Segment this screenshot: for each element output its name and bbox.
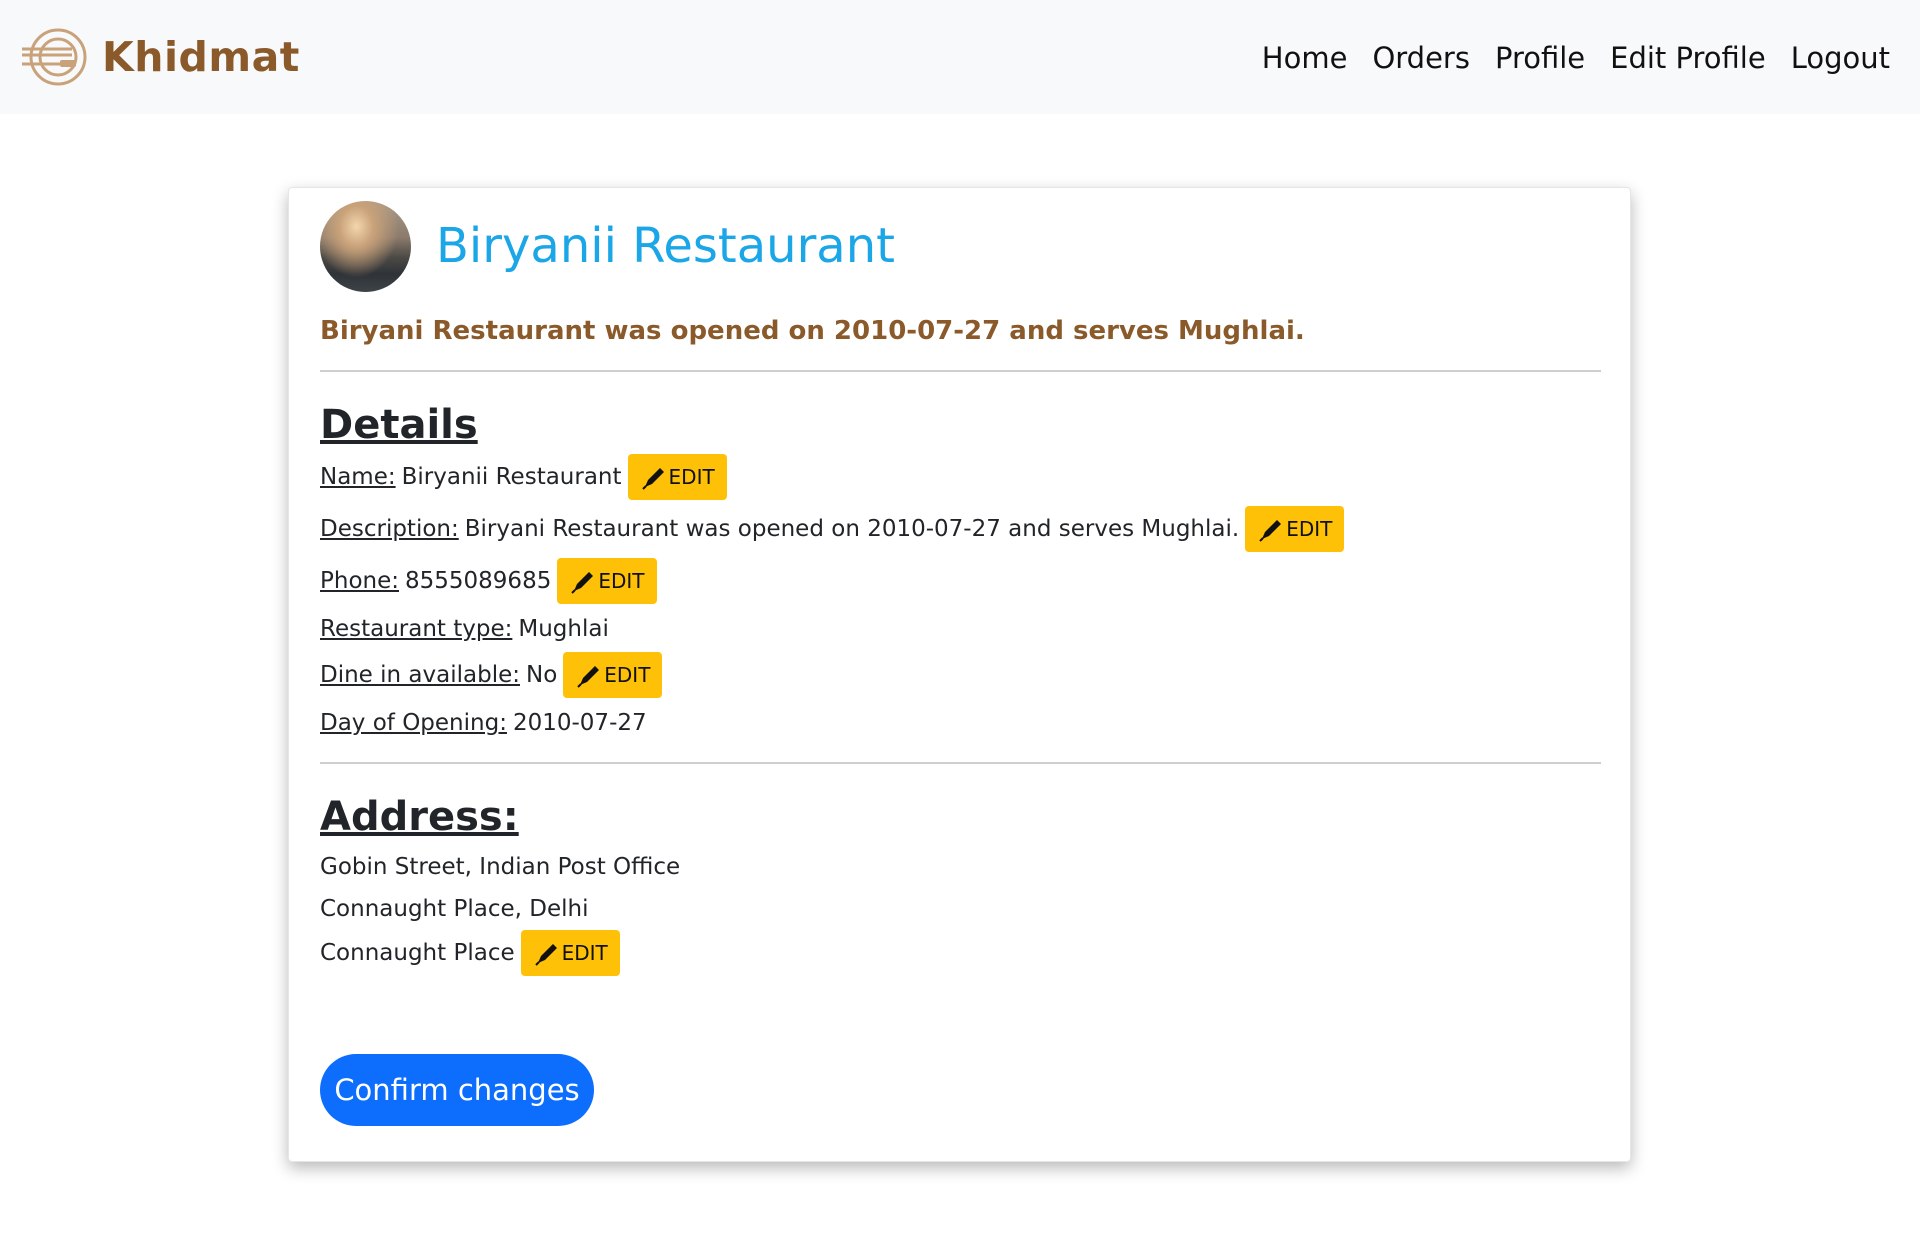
edit-name-button[interactable]: EDIT	[627, 454, 727, 500]
name-label: Name:	[320, 464, 396, 490]
pen-icon	[577, 666, 600, 688]
confirm-changes-button[interactable]: Confirm changes	[320, 1054, 594, 1126]
nav-logout[interactable]: Logout	[1791, 36, 1890, 80]
edit-phone-button[interactable]: EDIT	[557, 558, 657, 604]
divider	[320, 762, 1601, 764]
opening-day-value: 2010-07-27	[512, 710, 647, 736]
restaurant-tagline: Biryani Restaurant was opened on 2010-07…	[320, 316, 1305, 346]
restaurant-type-value: Mughlai	[518, 616, 609, 642]
brand-name[interactable]: Khidmat	[102, 33, 300, 81]
edit-address-button[interactable]: EDIT	[520, 930, 620, 976]
dine-in-label: Dine in available:	[320, 662, 520, 688]
description-value: Biryani Restaurant was opened on 2010-07…	[464, 516, 1240, 542]
opening-day-label: Day of Opening:	[320, 710, 507, 736]
nav-home[interactable]: Home	[1262, 36, 1348, 80]
edit-label: EDIT	[561, 941, 608, 965]
restaurant-type-label: Restaurant type:	[320, 616, 513, 642]
dine-in-row: Dine in available: No EDIT	[320, 652, 1601, 698]
brand-link[interactable]: Khidmat	[20, 25, 300, 89]
pen-icon	[641, 468, 664, 490]
restaurant-card: Biryanii Restaurant Biryani Restaurant w…	[288, 187, 1631, 1162]
address-line-3: Connaught Place	[320, 940, 515, 966]
restaurant-type-row: Restaurant type: Mughlai	[320, 610, 1601, 648]
nav-profile[interactable]: Profile	[1495, 36, 1585, 80]
pen-icon	[1259, 520, 1282, 542]
edit-label: EDIT	[668, 465, 715, 489]
phone-label: Phone:	[320, 568, 399, 594]
name-row: Name: Biryanii Restaurant EDIT	[320, 454, 1601, 500]
description-row: Description: Biryani Restaurant was open…	[320, 506, 1601, 552]
edit-dine-in-button[interactable]: EDIT	[563, 652, 663, 698]
edit-label: EDIT	[604, 663, 651, 687]
nav-edit-profile[interactable]: Edit Profile	[1610, 36, 1766, 80]
pen-icon	[534, 944, 557, 966]
nav-links: Home Orders Profile Edit Profile Logout	[1237, 36, 1890, 80]
edit-label: EDIT	[1286, 517, 1333, 541]
restaurant-avatar	[320, 200, 411, 292]
details-heading: Details	[320, 402, 478, 448]
card-body: Biryanii Restaurant Biryani Restaurant w…	[320, 200, 1601, 976]
dine-in-value: No	[525, 662, 558, 688]
navbar: Khidmat Home Orders Profile Edit Profile…	[0, 0, 1920, 114]
name-value: Biryanii Restaurant	[401, 464, 622, 490]
address-line-2: Connaught Place, Delhi	[320, 896, 589, 922]
edit-description-button[interactable]: EDIT	[1245, 506, 1345, 552]
restaurant-title: Biryanii Restaurant	[436, 218, 895, 274]
nav-orders[interactable]: Orders	[1372, 36, 1470, 80]
divider	[320, 370, 1601, 372]
phone-row: Phone: 8555089685 EDIT	[320, 558, 1601, 604]
address-heading: Address:	[320, 794, 519, 840]
opening-day-row: Day of Opening: 2010-07-27	[320, 704, 1601, 742]
card-header: Biryanii Restaurant	[320, 200, 1601, 292]
plate-fork-knife-logo-icon	[22, 28, 87, 86]
address-line-1: Gobin Street, Indian Post Office	[320, 854, 681, 880]
phone-value: 8555089685	[405, 568, 552, 594]
address-line-3-row: Connaught Place EDIT	[320, 930, 1601, 976]
edit-label: EDIT	[598, 569, 645, 593]
pen-icon	[571, 572, 594, 594]
description-label: Description:	[320, 516, 459, 542]
